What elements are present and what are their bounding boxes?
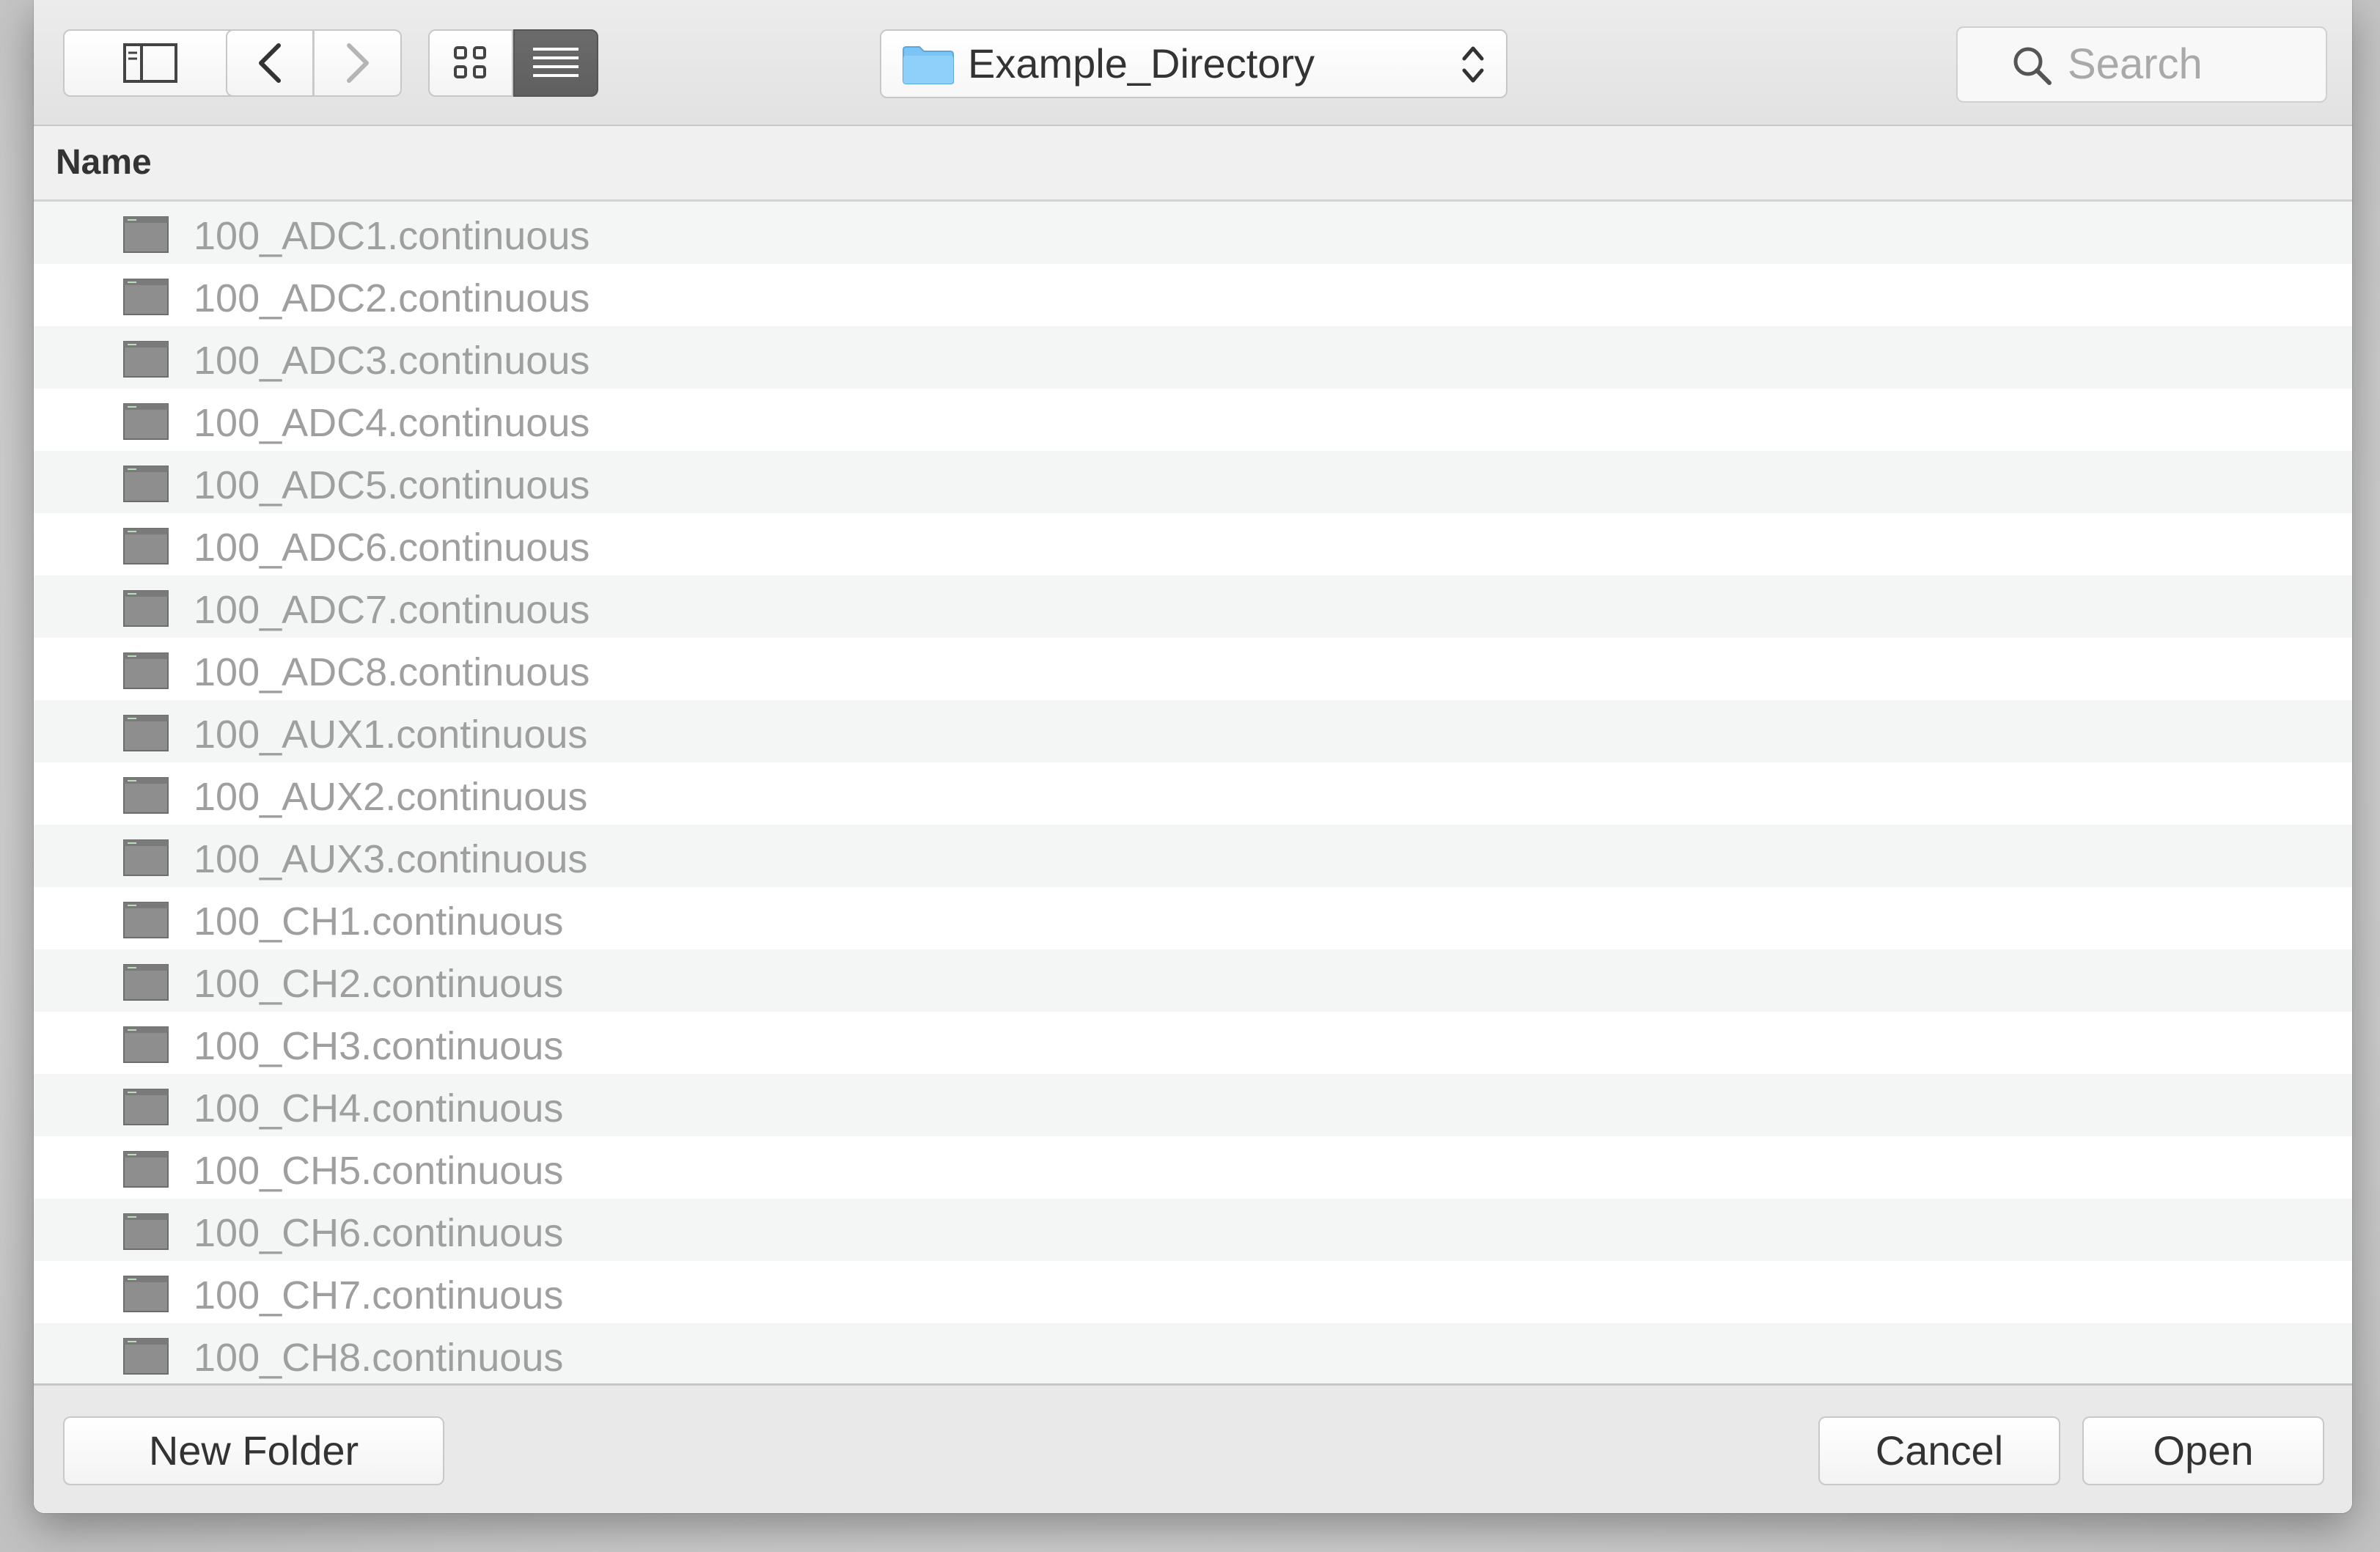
sidebar-toggle-icon	[123, 43, 177, 83]
column-header[interactable]: Name	[34, 126, 2352, 202]
toggle-sidebar-button[interactable]	[63, 29, 238, 97]
document-icon	[123, 652, 169, 689]
file-row[interactable]: 100_ADC6.continuous	[34, 513, 2352, 575]
file-name: 100_CH2.continuous	[194, 962, 564, 1006]
file-name: 100_CH1.continuous	[194, 900, 564, 944]
file-name: 100_CH6.continuous	[194, 1211, 564, 1255]
file-row[interactable]: 100_CH8.continuous	[34, 1323, 2352, 1383]
file-row[interactable]: 100_ADC1.continuous	[34, 202, 2352, 264]
document-icon	[123, 279, 169, 315]
file-name: 100_AUX2.continuous	[194, 775, 588, 819]
document-icon	[123, 902, 169, 938]
new-folder-button[interactable]: New Folder	[63, 1416, 444, 1485]
back-button[interactable]	[226, 29, 314, 97]
file-name: 100_ADC7.continuous	[194, 588, 590, 632]
document-icon	[123, 1151, 169, 1188]
file-name: 100_ADC5.continuous	[194, 463, 590, 507]
document-icon	[123, 839, 169, 876]
bottom-bar: New Folder Cancel Open	[34, 1383, 2352, 1513]
file-name: 100_ADC4.continuous	[194, 401, 590, 445]
file-name: 100_CH3.continuous	[194, 1024, 564, 1068]
file-row[interactable]: 100_ADC3.continuous	[34, 326, 2352, 389]
file-name: 100_AUX1.continuous	[194, 713, 588, 757]
file-row[interactable]: 100_AUX2.continuous	[34, 762, 2352, 825]
document-icon	[123, 1338, 169, 1375]
forward-button[interactable]	[314, 29, 402, 97]
open-file-dialog: Example_Directory Search Name 100_ADC1.c…	[34, 0, 2352, 1513]
file-name: 100_ADC6.continuous	[194, 526, 590, 570]
search-placeholder: Search	[2068, 40, 2203, 88]
file-name: 100_CH8.continuous	[194, 1336, 564, 1380]
file-name: 100_AUX3.continuous	[194, 837, 588, 881]
document-icon	[123, 466, 169, 502]
file-row[interactable]: 100_CH1.continuous	[34, 887, 2352, 949]
file-row[interactable]: 100_ADC4.continuous	[34, 389, 2352, 451]
file-name: 100_ADC3.continuous	[194, 339, 590, 383]
document-icon	[123, 1026, 169, 1063]
file-row[interactable]: 100_ADC2.continuous	[34, 264, 2352, 326]
file-list[interactable]: 100_ADC1.continuous 100_ADC2.continuous 10…	[34, 202, 2352, 1383]
file-row[interactable]: 100_CH5.continuous	[34, 1136, 2352, 1199]
document-icon	[123, 777, 169, 814]
file-row[interactable]: 100_ADC8.continuous	[34, 638, 2352, 700]
document-icon	[123, 341, 169, 378]
list-view-icon	[533, 48, 579, 77]
file-row[interactable]: 100_ADC7.continuous	[34, 575, 2352, 638]
document-icon	[123, 528, 169, 564]
file-row[interactable]: 100_AUX3.continuous	[34, 825, 2352, 887]
icon-view-button[interactable]	[428, 29, 513, 97]
file-row[interactable]: 100_CH4.continuous	[34, 1074, 2352, 1136]
open-button[interactable]: Open	[2082, 1416, 2324, 1485]
search-field[interactable]: Search	[1956, 26, 2327, 103]
file-row[interactable]: 100_CH7.continuous	[34, 1261, 2352, 1323]
search-icon	[2013, 47, 2052, 85]
file-name: 100_CH7.continuous	[194, 1273, 564, 1317]
file-row[interactable]: 100_ADC5.continuous	[34, 451, 2352, 513]
chevron-left-icon	[259, 43, 281, 83]
document-icon	[123, 403, 169, 440]
document-icon	[123, 216, 169, 253]
cancel-button[interactable]: Cancel	[1818, 1416, 2060, 1485]
file-row[interactable]: 100_AUX1.continuous	[34, 700, 2352, 762]
file-row[interactable]: 100_CH3.continuous	[34, 1012, 2352, 1074]
list-view-button[interactable]	[513, 29, 598, 97]
file-name: 100_CH5.continuous	[194, 1149, 564, 1193]
file-name: 100_ADC1.continuous	[194, 214, 590, 258]
file-row[interactable]: 100_CH2.continuous	[34, 949, 2352, 1012]
file-name: 100_CH4.continuous	[194, 1086, 564, 1130]
folder-icon	[903, 46, 954, 84]
current-folder-label: Example_Directory	[968, 40, 1315, 87]
document-icon	[123, 964, 169, 1001]
document-icon	[123, 1276, 169, 1312]
document-icon	[123, 1089, 169, 1125]
name-column-header[interactable]: Name	[56, 126, 152, 199]
grid-view-icon	[454, 46, 486, 78]
document-icon	[123, 1213, 169, 1250]
file-row[interactable]: 100_CH6.continuous	[34, 1199, 2352, 1261]
chevron-right-icon	[346, 43, 369, 83]
file-name: 100_ADC8.continuous	[194, 650, 590, 694]
file-name: 100_ADC2.continuous	[194, 276, 590, 320]
location-popup-button[interactable]: Example_Directory	[880, 29, 1507, 98]
up-down-arrows-icon	[1462, 46, 1484, 83]
document-icon	[123, 590, 169, 627]
document-icon	[123, 715, 169, 751]
toolbar: Example_Directory Search	[34, 0, 2352, 126]
